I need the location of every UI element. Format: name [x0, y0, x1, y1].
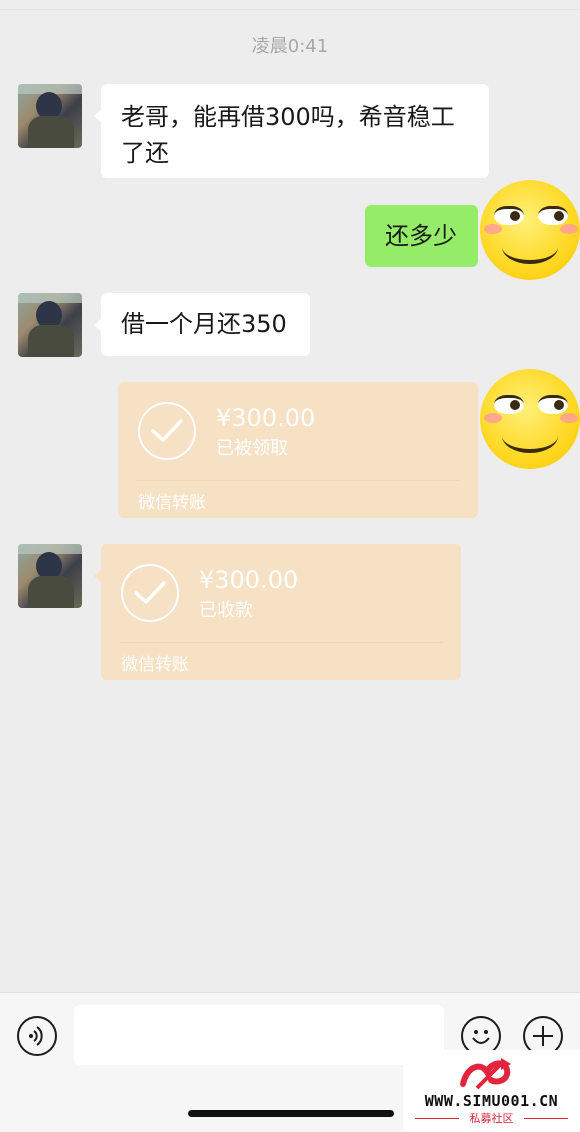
contact-avatar[interactable] — [18, 84, 82, 148]
watermark: WWW.SIMU001.CN 私募社区 — [403, 1050, 580, 1131]
watermark-site: WWW.SIMU001.CN — [424, 1092, 559, 1110]
message-text: 老哥，能再借300吗，希音稳工了还 — [121, 103, 455, 167]
message-bubble[interactable]: 老哥，能再借300吗，希音稳工了还 — [101, 84, 489, 178]
message-text: 借一个月还350 — [121, 310, 287, 338]
message-bubble[interactable]: 借一个月还350 — [101, 293, 310, 356]
transfer-divider — [136, 480, 460, 481]
transfer-divider — [119, 642, 443, 643]
chat-timestamp: 凌晨0:41 — [251, 36, 329, 57]
watermark-line — [524, 1118, 568, 1119]
transfer-amount: ¥300.00 — [216, 404, 316, 432]
contact-avatar[interactable] — [18, 544, 82, 608]
home-indicator — [188, 1110, 394, 1117]
transfer-status: 已收款 — [199, 600, 253, 621]
check-icon — [138, 402, 196, 460]
transfer-amount: ¥300.00 — [199, 566, 299, 594]
message-text: 还多少 — [385, 222, 457, 250]
message-bubble-sent[interactable]: 还多少 — [365, 205, 478, 267]
transfer-caption: 微信转账 — [138, 493, 206, 513]
check-icon — [121, 564, 179, 622]
message-input[interactable] — [74, 1005, 444, 1065]
transfer-caption: 微信转账 — [121, 655, 189, 675]
top-divider — [0, 9, 580, 10]
self-avatar-smiley[interactable] — [480, 180, 580, 280]
transfer-status: 已被领取 — [216, 438, 288, 459]
self-avatar-smiley[interactable] — [480, 369, 580, 469]
contact-avatar[interactable] — [18, 293, 82, 357]
transfer-card-received[interactable]: ¥300.00 已收款 微信转账 — [101, 544, 461, 680]
voice-icon[interactable] — [17, 1016, 57, 1056]
watermark-logo-icon — [460, 1058, 511, 1090]
transfer-card-sent[interactable]: ¥300.00 已被领取 微信转账 — [118, 382, 478, 518]
